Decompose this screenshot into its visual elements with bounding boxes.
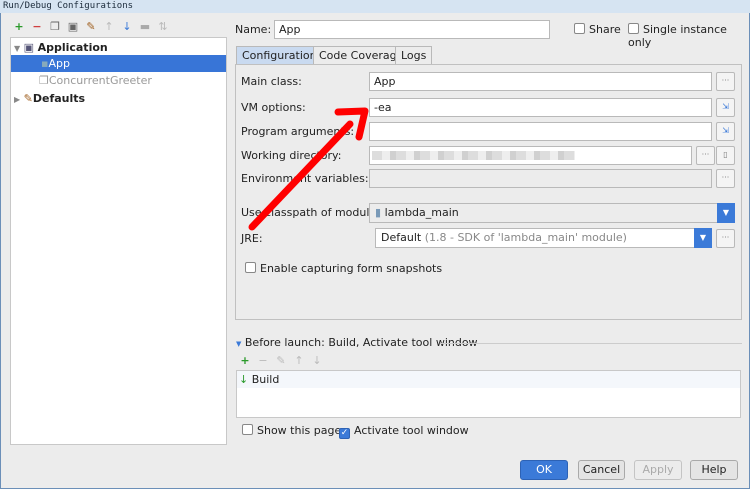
arrow-shaft — [248, 120, 354, 231]
annotation-arrow — [248, 107, 369, 231]
